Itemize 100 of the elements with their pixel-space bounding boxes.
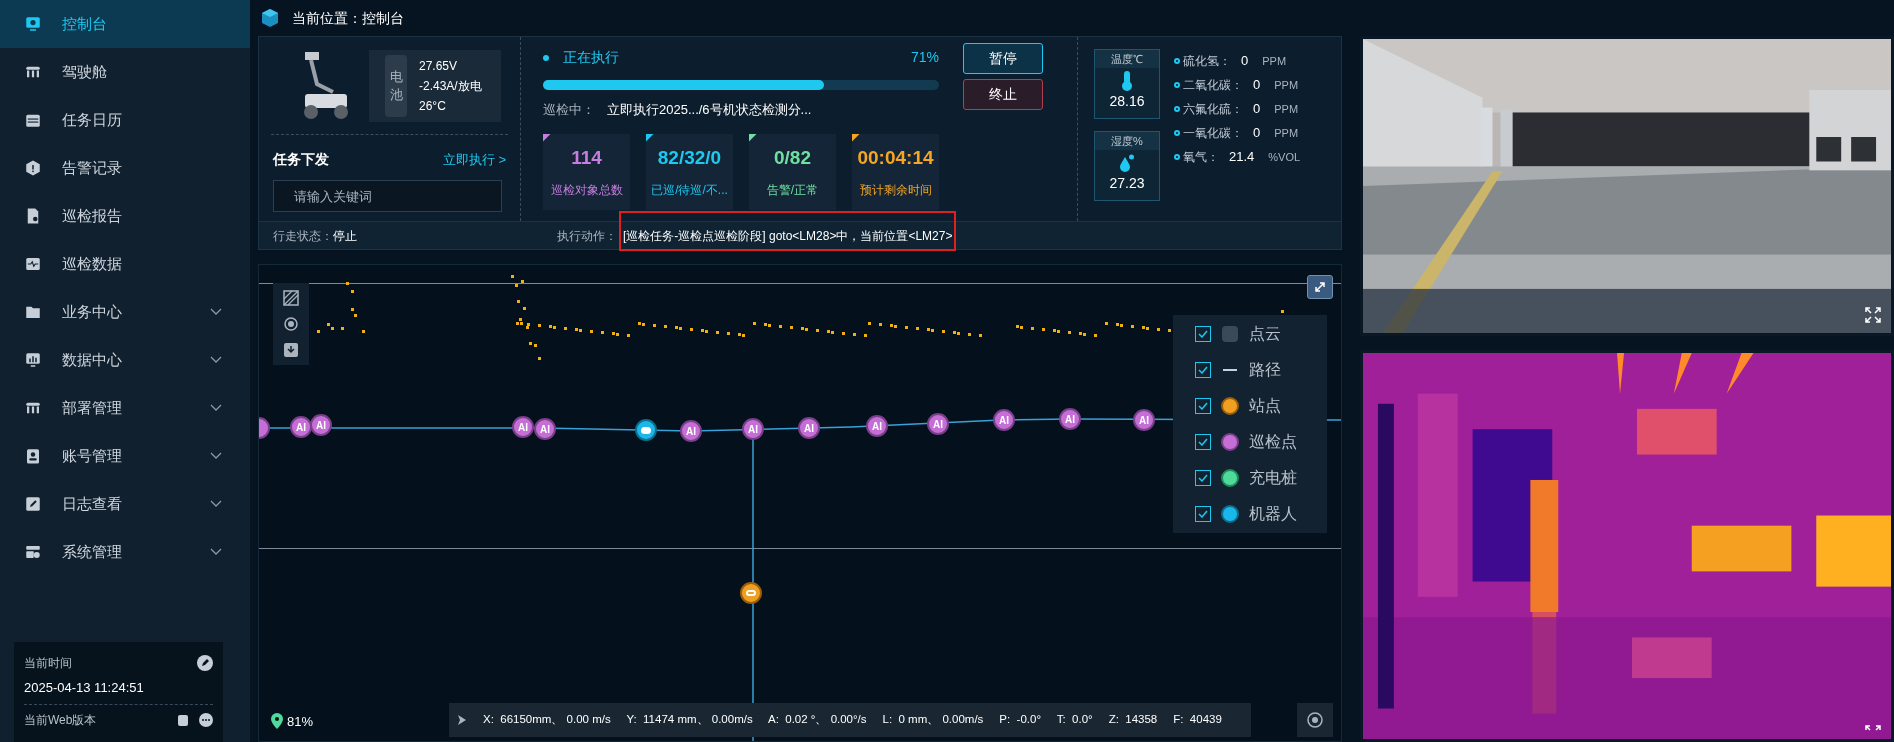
sidebar-item[interactable]: 驾驶舱 (0, 48, 250, 96)
sensor-title: 温度℃ (1095, 50, 1159, 68)
edit-icon (24, 495, 42, 513)
action-text: [巡检任务-巡检点巡检阶段] goto<LM28>中，当前位置<LM27> (623, 227, 953, 245)
sidebar-item[interactable]: 部署管理 (0, 384, 250, 432)
checkbox[interactable] (1195, 434, 1211, 450)
checkbox[interactable] (1195, 398, 1211, 414)
gas-unit: %VOL (1268, 149, 1301, 165)
thermometer-icon (1121, 71, 1133, 91)
gas-name: 二氧化碳： (1183, 77, 1243, 94)
stat-label: 预计剩余时间 (859, 181, 932, 199)
data-icon (24, 255, 42, 273)
current: -2.43A/放电 (419, 77, 482, 95)
gas-unit: PPM (1274, 101, 1299, 117)
walk-status: 停止 (333, 227, 357, 245)
bullet-icon (1174, 82, 1180, 88)
check-icon (1198, 438, 1208, 446)
bullet-icon (1174, 58, 1180, 64)
checkbox[interactable] (1195, 506, 1211, 522)
sidebar-item[interactable]: 巡检数据 (0, 240, 250, 288)
sidebar-item[interactable]: 告警记录 (0, 144, 250, 192)
sidebar-item[interactable]: 日志查看 (0, 480, 250, 528)
expand-button[interactable] (1307, 275, 1333, 299)
sidebar-item[interactable]: 系统管理 (0, 528, 250, 576)
bullet-icon (1174, 106, 1180, 112)
checkbox[interactable] (1195, 326, 1211, 342)
location-pin-icon (271, 713, 283, 730)
gas-value: 0 (1253, 76, 1261, 95)
gas-value: 21.4 (1229, 148, 1255, 167)
legend-label: 路径 (1249, 360, 1281, 380)
gas-unit: PPM (1274, 77, 1299, 93)
play-icon (457, 714, 467, 726)
version-label: 当前Web版本 (24, 711, 97, 729)
sidebar-item[interactable]: 任务日历 (0, 96, 250, 144)
check-icon (1198, 366, 1208, 374)
sidebar-item[interactable]: 账号管理 (0, 432, 250, 480)
gas-name: 氧气： (1183, 149, 1219, 166)
chevron-icon (210, 404, 222, 412)
signal-percent: 81% (287, 712, 314, 731)
execute-link[interactable]: 立即执行 > (442, 149, 506, 170)
locate-button[interactable] (1297, 703, 1333, 737)
area-icon[interactable] (282, 289, 300, 307)
sidebar-item[interactable]: 控制台 (0, 0, 250, 48)
line-icon (1223, 369, 1237, 371)
chevron-icon (210, 548, 222, 556)
pause-button[interactable]: 暂停 (963, 43, 1043, 74)
gas-name: 硫化氢： (1183, 53, 1231, 70)
target-icon (1306, 711, 1324, 729)
chevron-icon (210, 308, 222, 316)
stop-button[interactable]: 终止 (963, 79, 1043, 110)
task-name: 立即执行2025.../6号机状态检测分... (607, 101, 812, 119)
target-icon[interactable] (282, 315, 300, 333)
legend-label: 巡检点 (1249, 432, 1297, 452)
check-icon (1198, 510, 1208, 518)
check-icon (1198, 330, 1208, 338)
checkbox[interactable] (1195, 470, 1211, 486)
gas-value: 0 (1241, 52, 1249, 71)
gas-name: 一氧化碳： (1183, 125, 1243, 142)
more-icon[interactable] (199, 712, 213, 727)
temperature: 26°C (419, 97, 447, 115)
check-icon (1198, 402, 1208, 410)
gas-name: 六氟化硫： (1183, 101, 1243, 118)
search-field[interactable]: 请输入关键词 (273, 180, 502, 212)
cube-icon (260, 8, 280, 28)
sidebar-item[interactable]: 数据中心 (0, 336, 250, 384)
stat-label: 巡检对象总数 (550, 181, 623, 199)
coordinates: X: 66150mm、 0.00 m/s Y: 11474 mm、 0.00m/s A: 0.02 °、 0.00°/s L: 0 mm、 0.00m/s P: -0.0° T: 0.0° Z: 14358 F: 40439 (483, 712, 1222, 728)
user-icon (24, 447, 42, 465)
legend-label: 充电桩 (1249, 468, 1297, 488)
fullscreen-icon[interactable] (1865, 307, 1881, 323)
sidebar-item[interactable]: 巡检报告 (0, 192, 250, 240)
checkbox[interactable] (1195, 362, 1211, 378)
stat-value: 00:04:14 (857, 146, 934, 171)
stat-value: 0/82 (774, 146, 811, 171)
station-marker[interactable] (740, 582, 762, 604)
copy-icon[interactable] (177, 712, 191, 727)
gas-value: 0 (1253, 124, 1261, 143)
time-label: 当前时间 (24, 655, 72, 672)
download-icon[interactable] (282, 341, 300, 359)
robot-marker[interactable] (635, 419, 657, 441)
gas-value: 0 (1253, 100, 1261, 119)
walk-status-label: 行走状态： (273, 227, 333, 245)
chevron-icon (210, 452, 222, 460)
sidebar-item[interactable]: 业务中心 (0, 288, 250, 336)
gas-unit: PPM (1262, 53, 1287, 69)
current-time: 2025-04-13 11:24:51 (24, 679, 145, 697)
settings-icon (24, 543, 42, 561)
voltage: 27.65V (419, 57, 459, 75)
alert-icon (24, 159, 42, 177)
progress-percent: 71% (910, 48, 939, 67)
edit-icon[interactable] (197, 655, 213, 671)
water-drop-icon (1119, 153, 1135, 173)
task-label: 巡检中： (543, 101, 595, 119)
battery-icon: 电池 (385, 54, 407, 117)
chevron-icon (210, 356, 222, 364)
sensor-value: 27.23 (1109, 174, 1145, 193)
bullet-icon (1174, 154, 1180, 160)
action-label: 执行动作： (557, 227, 617, 245)
stat-label: 已巡/待巡/不... (651, 181, 728, 199)
bullet-icon (1174, 130, 1180, 136)
